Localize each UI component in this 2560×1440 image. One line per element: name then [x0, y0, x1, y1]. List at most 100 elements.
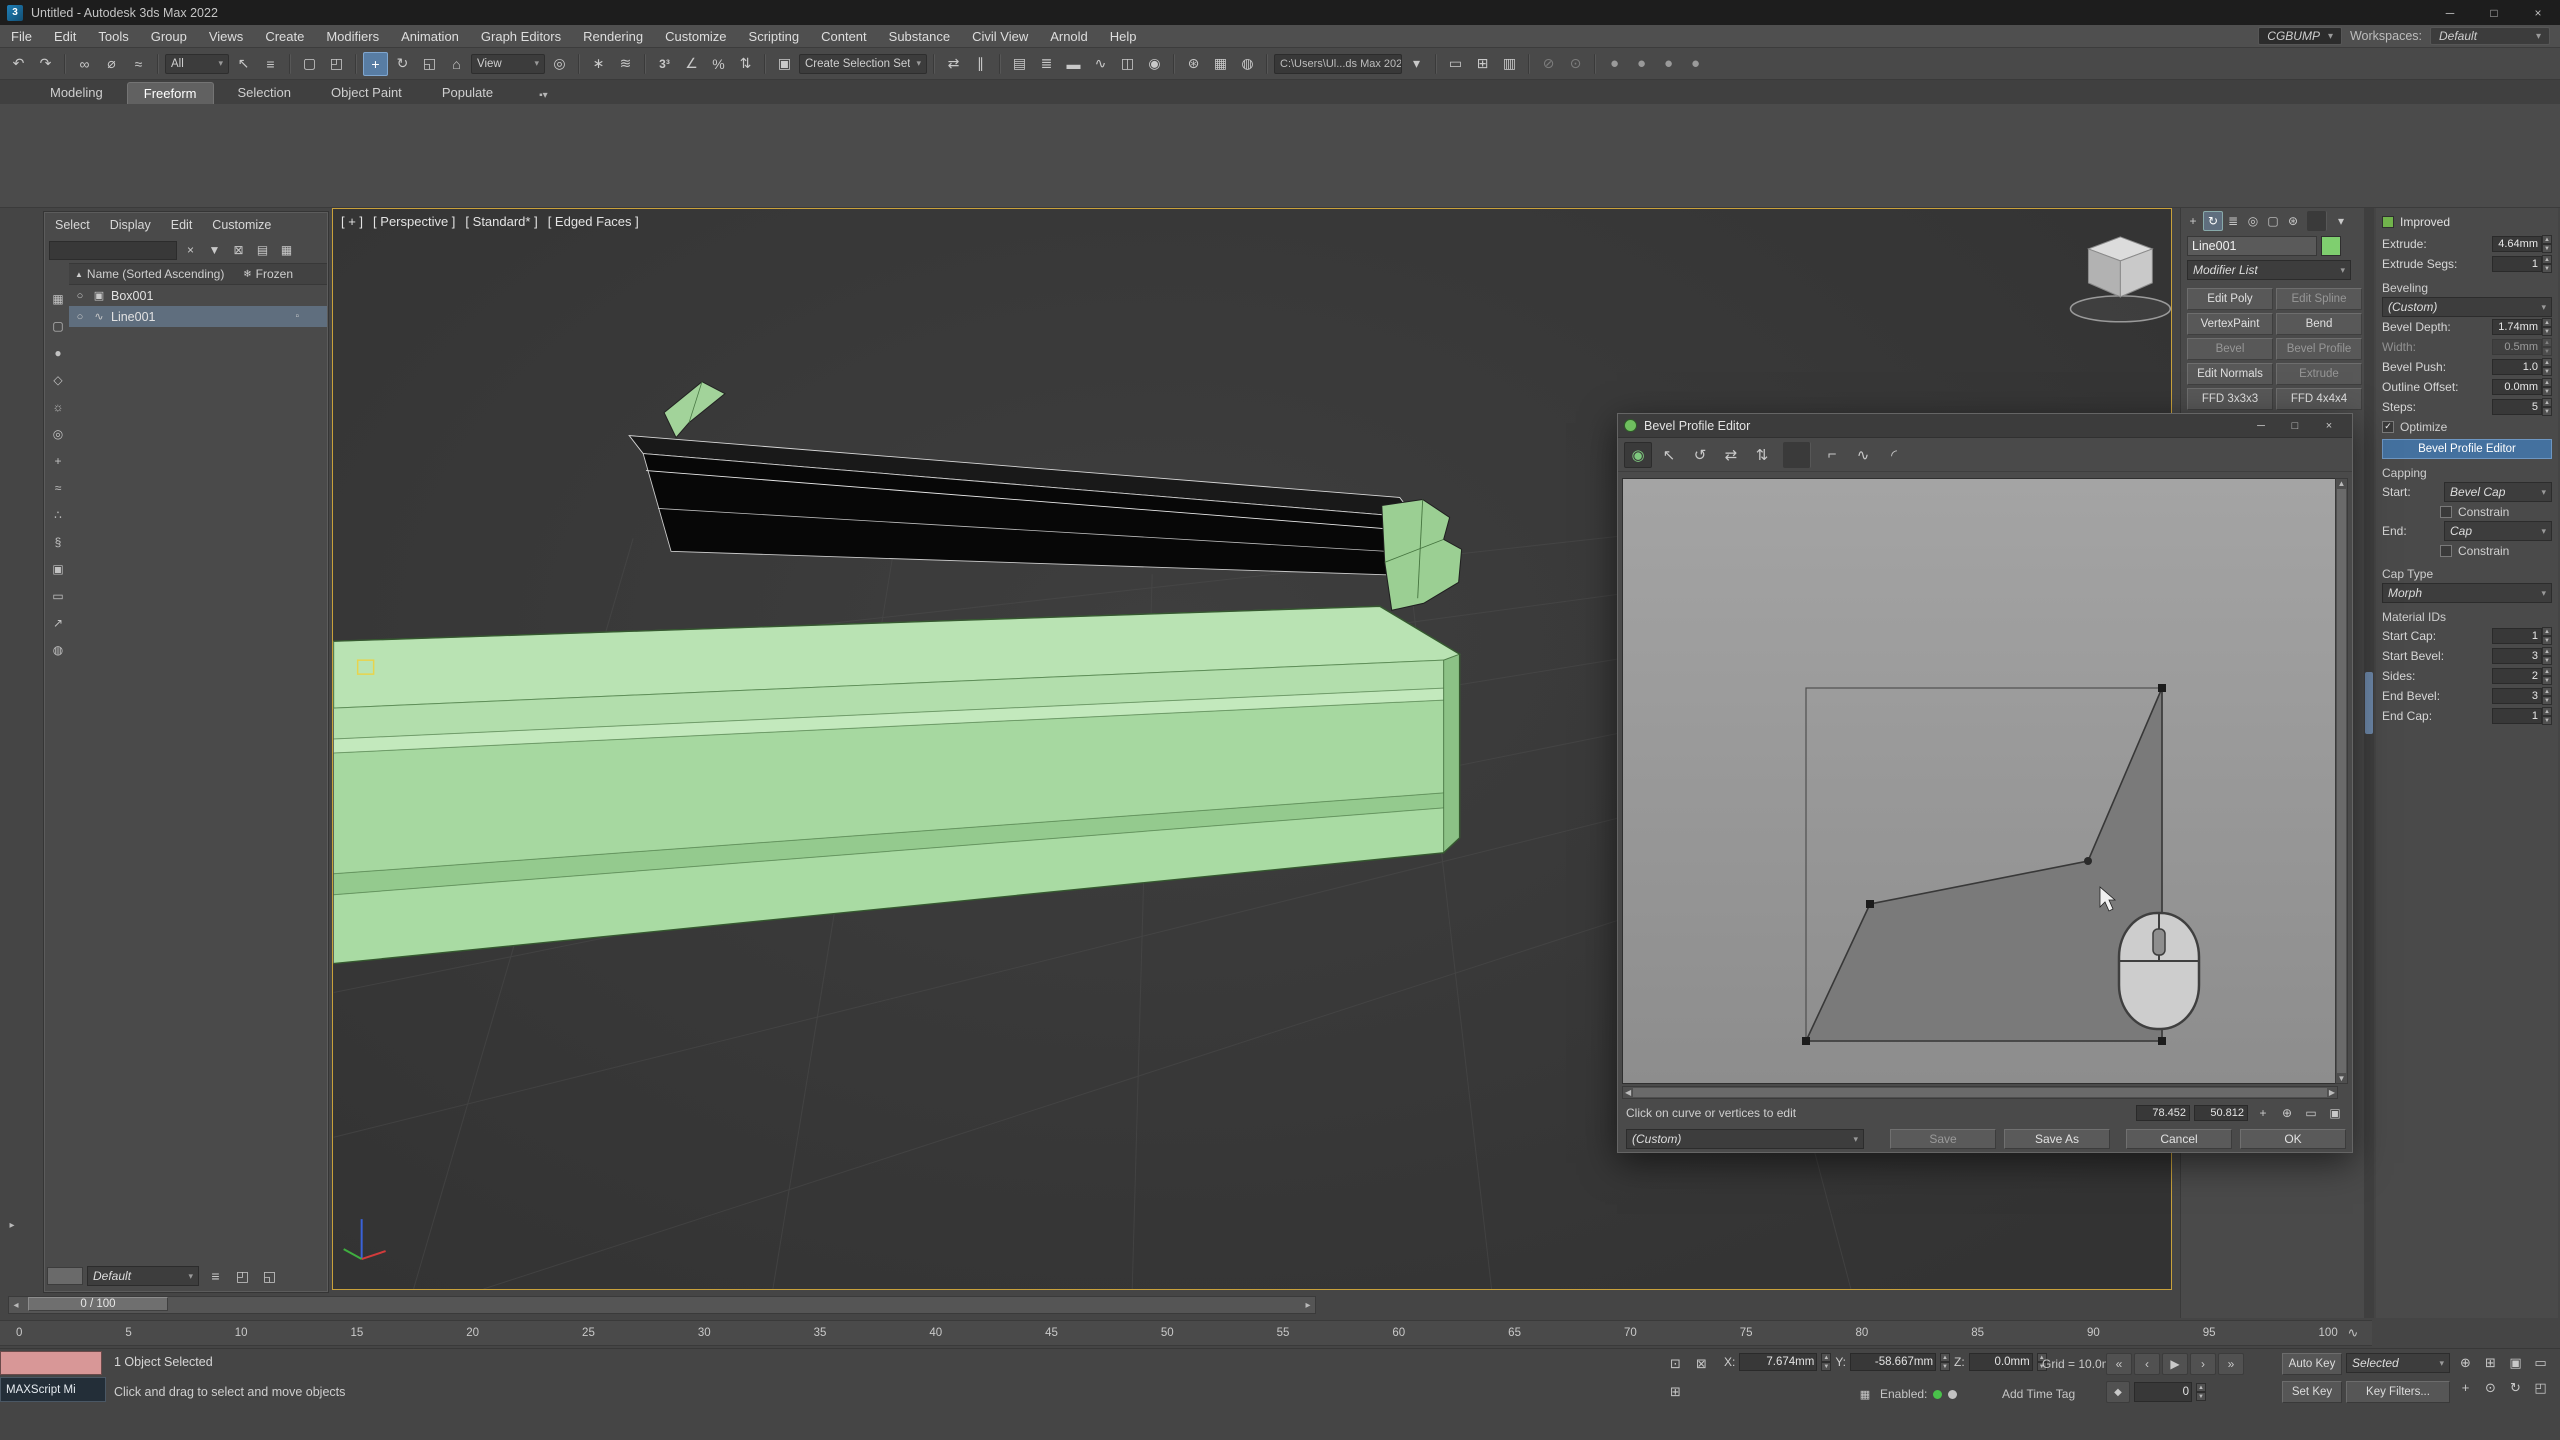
explorer-name-dropdown[interactable]: Default▾ — [87, 1266, 199, 1286]
name-column-header[interactable]: Name (Sorted Ascending) — [87, 267, 224, 281]
zoom-extents-icon[interactable]: ▣ — [2504, 1351, 2527, 1374]
render-setup-icon[interactable]: ⊛ — [1181, 52, 1206, 76]
start-bevel-field[interactable]: 3 — [2492, 648, 2542, 664]
toggle-scene-explorer-icon[interactable]: ▤ — [1007, 52, 1032, 76]
display-groups-icon[interactable]: ▭ — [48, 586, 68, 606]
viewport-layout-icon[interactable]: ⊞ — [1470, 52, 1495, 76]
maximize-viewport-toggle-icon[interactable]: ◰ — [2529, 1376, 2552, 1399]
modifier-button-edit-normals[interactable]: Edit Normals — [2187, 363, 2273, 385]
zoom-all-icon[interactable]: ⊞ — [2479, 1351, 2502, 1374]
menu-animation[interactable]: Animation — [390, 25, 470, 47]
window-crossing-icon[interactable]: ◰ — [324, 52, 349, 76]
select-by-name-icon[interactable]: ≡ — [258, 52, 283, 76]
menu-substance[interactable]: Substance — [878, 25, 961, 47]
display-geometry-icon[interactable]: ● — [48, 343, 68, 363]
material-sphere-icon-3[interactable]: ● — [1656, 52, 1681, 76]
close-button[interactable]: × — [2516, 0, 2560, 25]
extrude-segs-field[interactable]: 1 — [2492, 256, 2542, 272]
angle-snap-icon[interactable]: ∠ — [679, 52, 704, 76]
x-spinner[interactable]: ▲▼ — [1821, 1353, 1831, 1371]
hierarchy-tab-icon[interactable]: ≣ — [2223, 211, 2243, 231]
steps-field[interactable]: 5 — [2492, 399, 2542, 415]
dialog-minimize-button[interactable]: ─ — [2244, 415, 2278, 437]
menu-rendering[interactable]: Rendering — [572, 25, 654, 47]
mode-value[interactable]: Improved — [2400, 215, 2450, 229]
select-and-rotate-icon[interactable]: ↻ — [390, 52, 415, 76]
modifier-button-ffd-4x4x4[interactable]: FFD 4x4x4 — [2276, 388, 2362, 410]
smooth-tool-icon[interactable]: ∿ — [1849, 442, 1877, 468]
menu-content[interactable]: Content — [810, 25, 878, 47]
modifier-button-ffd-3x3x3[interactable]: FFD 3x3x3 — [2187, 388, 2273, 410]
dialog-zoom-extents-icon[interactable]: ▣ — [2324, 1103, 2346, 1123]
display-containers-icon[interactable]: ▣ — [48, 559, 68, 579]
select-and-scale-icon[interactable]: ◱ — [417, 52, 442, 76]
visibility-icon[interactable]: ○ — [73, 311, 87, 323]
ribbon-config-icon[interactable]: ▪▾ — [531, 87, 556, 104]
bind-to-space-warp-icon[interactable]: ≈ — [126, 52, 151, 76]
workspace-cgbump-button[interactable]: CGBUMP▾ — [2258, 27, 2342, 45]
object-name-field[interactable]: Line001 — [2187, 236, 2317, 256]
end-cap-dropdown[interactable]: Cap▾ — [2444, 521, 2552, 541]
y-spinner[interactable]: ▲▼ — [1940, 1353, 1950, 1371]
explorer-dock-icon[interactable]: ◰ — [230, 1264, 255, 1288]
profile-canvas[interactable] — [1622, 478, 2338, 1084]
keyboard-shortcut-override-icon[interactable]: ≋ — [613, 52, 638, 76]
explorer-settings-icon[interactable]: ≡ — [203, 1264, 228, 1288]
absolute-offset-mode-icon[interactable]: ⊞ — [1664, 1381, 1687, 1403]
maxscript-macro-recorder[interactable] — [0, 1351, 102, 1375]
y-coordinate-field[interactable]: -58.667mm — [1850, 1353, 1936, 1371]
undo-icon[interactable]: ↺ — [1686, 442, 1714, 468]
dialog-zoom-icon[interactable]: ⊕ — [2276, 1103, 2298, 1123]
frozen-column-header[interactable]: Frozen — [256, 267, 293, 281]
reference-coordinate-system-dropdown[interactable]: View▾ — [471, 54, 545, 74]
toggle-ribbon-icon[interactable]: ▬ — [1061, 52, 1086, 76]
dialog-zoom-region-icon[interactable]: ▭ — [2300, 1103, 2322, 1123]
unlink-selection-icon[interactable]: ⌀ — [99, 52, 124, 76]
redo-icon[interactable]: ↷ — [33, 52, 58, 76]
modify-tab-icon[interactable]: ↻ — [2203, 211, 2223, 231]
box001-object[interactable] — [334, 606, 1460, 963]
display-particles-icon[interactable]: ∴ — [48, 505, 68, 525]
material-sphere-icon-1[interactable]: ● — [1602, 52, 1627, 76]
use-pivot-point-icon[interactable]: ◎ — [547, 52, 572, 76]
mini-curve-editor-icon[interactable]: ∿ — [2342, 1322, 2364, 1344]
play-animation-icon[interactable]: ▶ — [2162, 1353, 2188, 1375]
list-item-box001[interactable]: ○▣Box001 — [69, 285, 327, 306]
project-folder-field[interactable]: C:\Users\Ul...ds Max 2022 — [1274, 54, 1402, 74]
ribbon-tab-modeling[interactable]: Modeling — [34, 82, 119, 104]
search-input[interactable] — [49, 241, 177, 260]
isolate-selection-toggle-icon[interactable]: ⊡ — [1664, 1353, 1687, 1375]
named-selection-sets-dropdown[interactable]: Create Selection Set▾ — [799, 54, 927, 74]
menu-create[interactable]: Create — [254, 25, 315, 47]
cancel-button[interactable]: Cancel — [2126, 1129, 2232, 1149]
edit-named-selection-sets-icon[interactable]: ▣ — [772, 52, 797, 76]
dialog-title-bar[interactable]: Bevel Profile Editor ─ □ × — [1618, 414, 2352, 438]
view-cube[interactable] — [2070, 237, 2170, 322]
spinner-snap-icon[interactable]: ⇅ — [733, 52, 758, 76]
outline-offset-field[interactable]: 0.0mm — [2492, 379, 2542, 395]
add-time-tag[interactable]: Add Time Tag — [2002, 1387, 2075, 1401]
frozen-cell[interactable]: ▫ — [295, 311, 299, 322]
ok-button[interactable]: OK — [2240, 1129, 2346, 1149]
bevel-profile-editor-button[interactable]: Bevel Profile Editor — [2382, 439, 2552, 459]
viewport-standard-menu[interactable]: [ Standard* ] — [465, 214, 537, 229]
profile-shape[interactable] — [1806, 688, 2162, 1041]
cap-type-dropdown[interactable]: Morph▾ — [2382, 583, 2552, 603]
dialog-maximize-button[interactable]: □ — [2278, 415, 2312, 437]
start-cap-field[interactable]: 1 — [2492, 628, 2542, 644]
explorer-float-icon[interactable]: ◱ — [257, 1264, 282, 1288]
render-production-icon[interactable]: ◍ — [1235, 52, 1260, 76]
mirror-icon[interactable]: ⇄ — [941, 52, 966, 76]
adaptive-degradation-icon[interactable]: ▦ — [1856, 1385, 1874, 1403]
modifier-button-bevel[interactable]: Bevel — [2187, 338, 2273, 360]
go-to-start-icon[interactable]: « — [2106, 1353, 2132, 1375]
canvas-horizontal-scrollbar[interactable]: ◀▶ — [1622, 1086, 2338, 1099]
command-panel-scrollbar[interactable] — [2364, 208, 2374, 1318]
menu-customize[interactable]: Customize — [654, 25, 737, 47]
modifier-button-edit-spline[interactable]: Edit Spline — [2276, 288, 2362, 310]
explorer-color-swatch[interactable] — [47, 1267, 83, 1285]
zoom-icon[interactable]: ⊕ — [2454, 1351, 2477, 1374]
view-list-icon[interactable]: ▤ — [252, 240, 273, 260]
display-cameras-icon[interactable]: ◎ — [48, 424, 68, 444]
display-all-icon[interactable]: ▦ — [48, 289, 68, 309]
